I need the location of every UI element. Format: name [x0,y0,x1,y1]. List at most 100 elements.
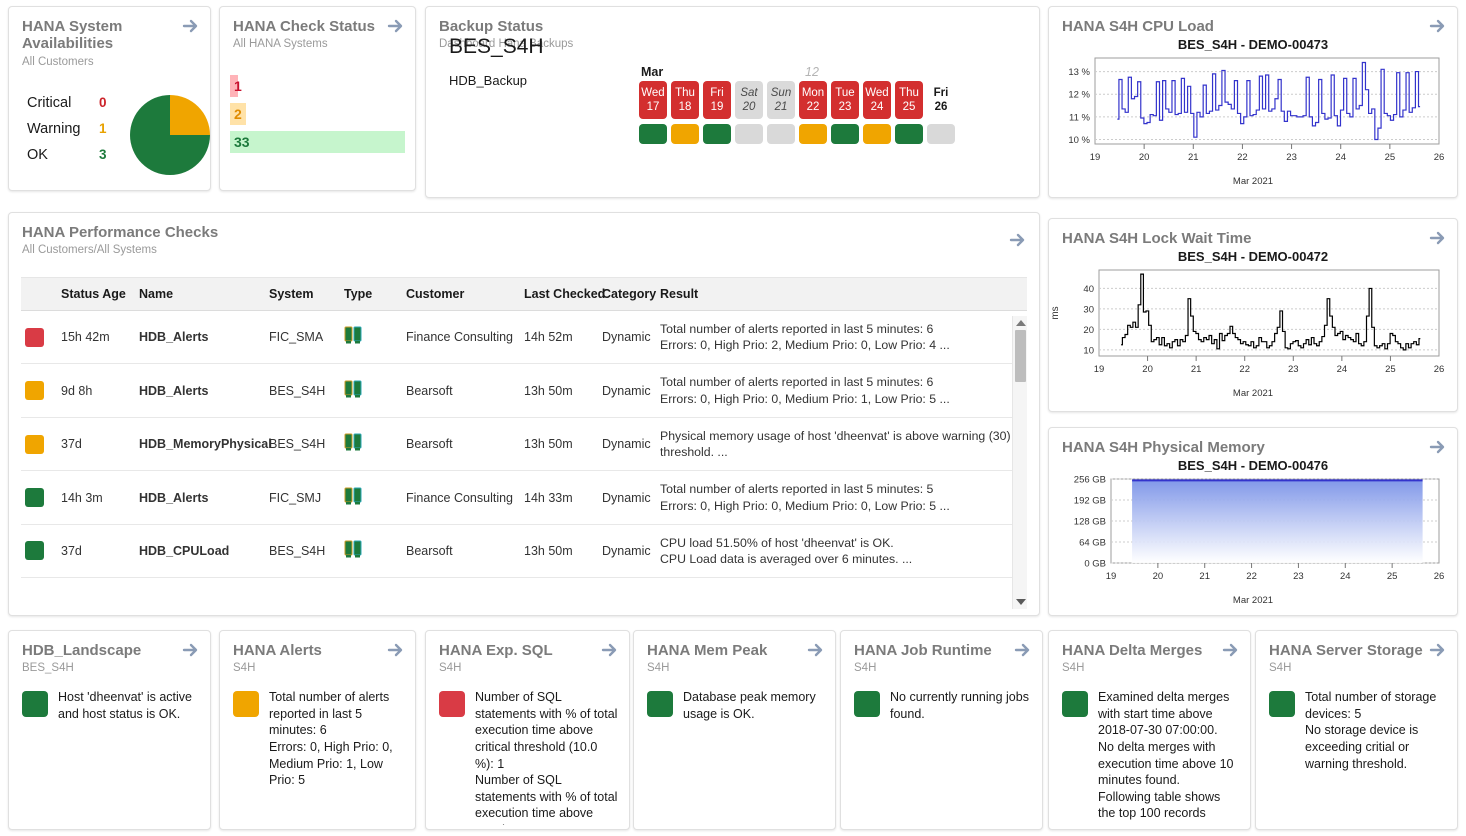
calendar-day-header[interactable]: Thu18 [671,81,699,119]
col-last-checked[interactable]: Last Checked [520,278,598,311]
calendar-status-box[interactable] [639,124,667,144]
check-status-bars: 1 2 33 [230,75,405,159]
legend-row-ok: OK 3 [27,147,107,173]
status-cell [21,471,57,524]
calendar-day-header[interactable]: Sat20 [735,81,763,119]
calendar-day-header[interactable]: Wed24 [863,81,891,119]
card-hana-s4h-cpu-load[interactable]: HANA S4H CPU Load BES_S4H - DEMO-00473 1… [1048,6,1458,198]
card-hana-s4h-lock-wait-time[interactable]: HANA S4H Lock Wait Time BES_S4H - DEMO-0… [1048,218,1458,412]
svg-text:19: 19 [1106,571,1117,582]
card-backup-status[interactable]: Backup Status Dashboard Hana Backups BES… [425,6,1040,198]
table-scrollbar[interactable] [1012,316,1027,609]
card-hana-server-storage[interactable]: HANA Server StorageS4HTotal number of st… [1255,630,1458,830]
table-row[interactable]: 37dHDB_MemoryPhysicalBES_S4HBearsoft13h … [21,417,1027,470]
mini-card-body: Database peak memory usage is OK. [647,689,825,825]
system-cell: BES_S4H [265,364,340,417]
type-cell [340,471,402,524]
svg-text:13 %: 13 % [1068,67,1090,78]
type-cell [340,524,402,577]
navigate-arrow-icon[interactable] [1429,641,1447,659]
col-system[interactable]: System [265,278,340,311]
calendar-status-box[interactable] [863,124,891,144]
mini-card-text: Database peak memory usage is OK. [683,689,825,825]
navigate-arrow-icon[interactable] [807,641,825,659]
navigate-arrow-icon[interactable] [1429,17,1447,35]
navigate-arrow-icon[interactable] [387,641,405,659]
card-hana-job-runtime[interactable]: HANA Job RuntimeS4HNo currently running … [840,630,1043,830]
col-type[interactable]: Type [340,278,402,311]
calendar-day-header[interactable]: Tue23 [831,81,859,119]
system-icon [344,433,362,452]
navigate-arrow-icon[interactable] [182,17,200,35]
calendar-status-box[interactable] [671,124,699,144]
card-hana-exp-sql[interactable]: HANA Exp. SQLS4HNumber of SQL statements… [425,630,630,830]
status-badge [1269,691,1295,717]
calendar-day-header[interactable]: Mon22 [799,81,827,119]
navigate-arrow-icon[interactable] [1429,438,1447,456]
calendar-day-header[interactable]: Sun21 [767,81,795,119]
dashboard-root: HANA System Availabilities All Customers… [0,0,1466,836]
card-hana-s4h-physical-memory[interactable]: HANA S4H Physical Memory BES_S4H - DEMO-… [1048,427,1458,616]
table-row[interactable]: 9d 8hHDB_AlertsBES_S4HBearsoft13h 50mDyn… [21,364,1027,417]
cpu-load-chart[interactable]: 10 %11 %12 %13 %1920212223242526Mar 2021 [1049,52,1457,187]
scroll-thumb[interactable] [1015,330,1026,382]
svg-text:64 GB: 64 GB [1079,538,1106,549]
svg-text:22: 22 [1237,152,1248,163]
scroll-up-icon[interactable] [1016,320,1026,326]
check-bar-critical[interactable]: 1 [230,75,238,97]
calendar-status-box[interactable] [735,124,763,144]
navigate-arrow-icon[interactable] [1429,229,1447,247]
card-subtitle: S4H [647,662,835,674]
navigate-arrow-icon[interactable] [1222,641,1240,659]
col-category[interactable]: Category [598,278,656,311]
backup-system-name: BES_S4H [449,35,544,59]
calendar-status-box[interactable] [799,124,827,144]
availability-pie-chart[interactable] [130,95,210,175]
svg-text:23: 23 [1286,152,1297,163]
card-hana-alerts[interactable]: HANA AlertsS4HTotal number of alerts rep… [219,630,416,830]
svg-text:24: 24 [1335,152,1346,163]
status-cell [21,364,57,417]
table-row[interactable]: 15h 42mHDB_AlertsFIC_SMAFinance Consulti… [21,311,1027,364]
check-bar-ok[interactable]: 33 [230,131,405,153]
calendar-status-box[interactable] [895,124,923,144]
availability-legend: Critical 0 Warning 1 OK 3 [27,95,107,173]
card-hana-system-availabilities[interactable]: HANA System Availabilities All Customers… [8,6,211,191]
table-row[interactable]: 14h 3mHDB_AlertsFIC_SMJFinance Consultin… [21,471,1027,524]
card-hdb-landscape[interactable]: HDB_LandscapeBES_S4HHost 'dheenvat' is a… [8,630,211,830]
col-result[interactable]: Result [656,278,1027,311]
navigate-arrow-icon[interactable] [1014,641,1032,659]
calendar-status-box[interactable] [927,124,955,144]
col-customer[interactable]: Customer [402,278,520,311]
type-cell [340,417,402,470]
svg-text:24: 24 [1337,364,1348,375]
navigate-arrow-icon[interactable] [601,641,619,659]
navigate-arrow-icon[interactable] [182,641,200,659]
calendar-day-header[interactable]: Wed17 [639,81,667,119]
physical-memory-chart[interactable]: 0 GB64 GB128 GB192 GB256 GB1920212223242… [1049,473,1457,606]
card-hana-delta-merges[interactable]: HANA Delta MergesS4HExamined delta merge… [1048,630,1251,830]
col-name[interactable]: Name [135,278,265,311]
category-cell: Dynamic [598,364,656,417]
card-hana-performance-checks[interactable]: HANA Performance Checks All Customers/Al… [8,212,1040,616]
check-bar-warning[interactable]: 2 [230,103,246,125]
system-cell: FIC_SMJ [265,471,340,524]
status-age-cell: 37d [57,524,135,577]
calendar-day-header[interactable]: Fri26 [927,81,955,119]
navigate-arrow-icon[interactable] [1009,231,1027,249]
calendar-day-header[interactable]: Fri19 [703,81,731,119]
lock-wait-chart[interactable]: 102030401920212223242526msMar 2021 [1049,264,1457,399]
card-hana-check-status[interactable]: HANA Check Status All HANA Systems 1 2 3… [219,6,416,191]
calendar-status-box[interactable] [703,124,731,144]
navigate-arrow-icon[interactable] [387,17,405,35]
table-row[interactable]: 37dHDB_CPULoadBES_S4HBearsoft13h 50mDyna… [21,524,1027,577]
calendar-status-box[interactable] [831,124,859,144]
card-hana-mem-peak[interactable]: HANA Mem PeakS4HDatabase peak memory usa… [633,630,836,830]
status-badge [233,691,259,717]
col-status[interactable] [21,278,57,311]
calendar-day-header[interactable]: Thu25 [895,81,923,119]
col-status-age[interactable]: Status Age [57,278,135,311]
scroll-down-icon[interactable] [1016,599,1026,605]
calendar-status-box[interactable] [767,124,795,144]
status-badge [22,691,48,717]
